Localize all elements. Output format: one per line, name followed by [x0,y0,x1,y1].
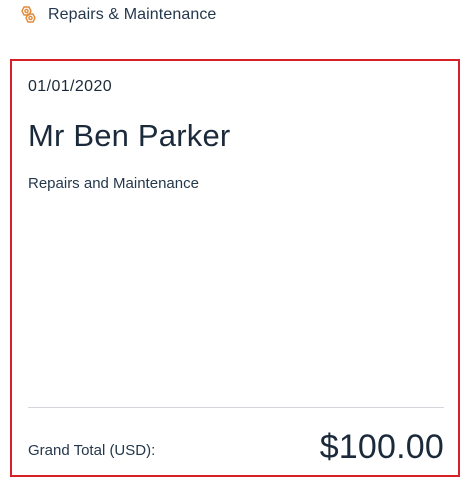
expense-card[interactable]: 01/01/2020 Mr Ben Parker Repairs and Mai… [10,59,460,477]
expense-category: Repairs and Maintenance [28,175,199,192]
divider [28,407,444,408]
section-title: Repairs & Maintenance [48,6,217,23]
grand-total-value: $100.00 [319,428,444,466]
grand-total-label: Grand Total (USD): [28,442,156,459]
payee-name: Mr Ben Parker [28,118,231,153]
expense-date: 01/01/2020 [28,78,113,95]
section-header: Repairs & Maintenance [18,3,216,27]
repairs-maintenance-icon [18,5,38,25]
